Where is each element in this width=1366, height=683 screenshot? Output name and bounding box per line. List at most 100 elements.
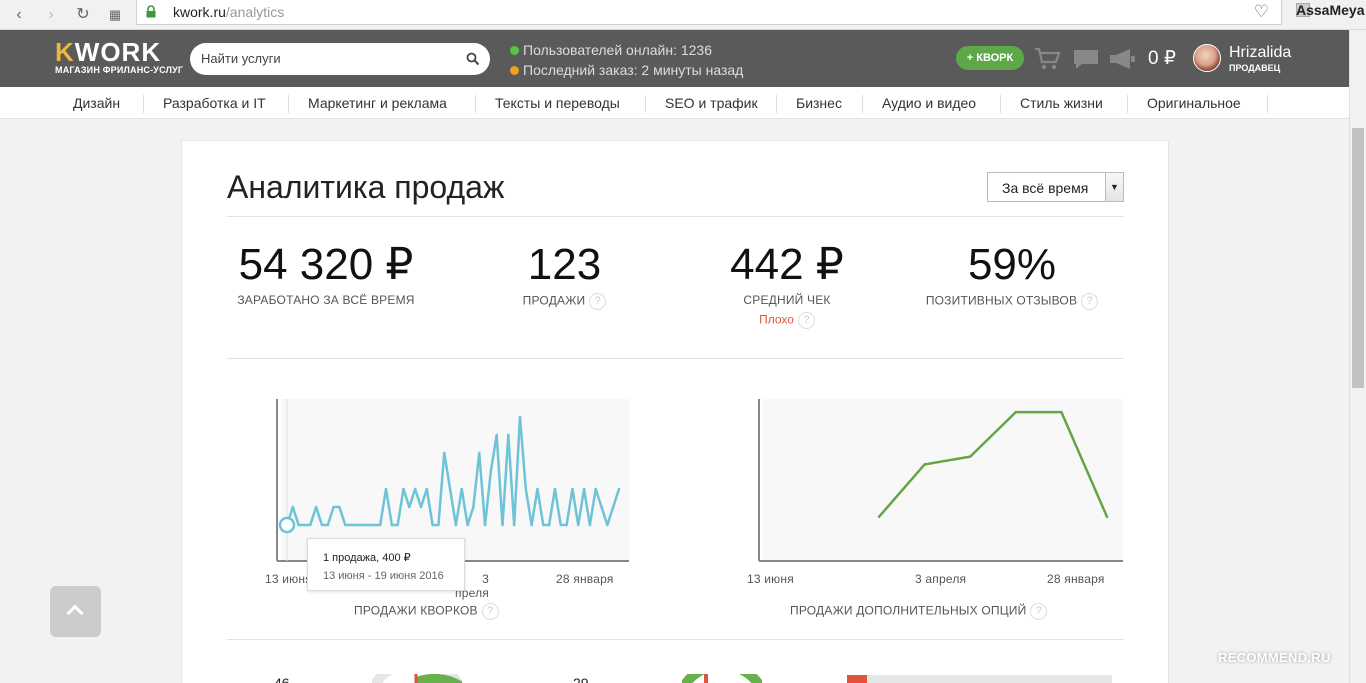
browser-profile-name[interactable]: AssaMeya (1296, 2, 1365, 18)
kwork-sales-tick-1: 13 июня (265, 572, 312, 586)
nav-item-marketing[interactable]: Маркетинг и реклама (308, 95, 447, 111)
data-point (414, 488, 416, 490)
data-point (507, 434, 509, 436)
data-point (292, 506, 294, 508)
help-icon[interactable]: ? (797, 312, 815, 329)
stat-positive-reviews-label: ПОЗИТИВНЫХ ОТЗЫВОВ (925, 293, 1078, 308)
nav-divider (475, 95, 476, 113)
data-point (502, 524, 504, 526)
data-point (490, 470, 492, 472)
data-point (420, 506, 422, 508)
data-point (878, 516, 880, 518)
scroll-top-button[interactable] (50, 586, 101, 637)
data-point (531, 524, 533, 526)
data-point (391, 524, 393, 526)
nav-item-audio-video[interactable]: Аудио и видео (882, 95, 976, 111)
data-point (577, 524, 579, 526)
tooltip-value: 1 продажа, 400 ₽ (323, 552, 411, 564)
apps-grid-icon[interactable]: ▦ (104, 4, 126, 26)
period-select[interactable]: За всё время ▼ (987, 172, 1124, 202)
scrollbar-thumb[interactable] (1352, 128, 1364, 388)
help-icon[interactable]: ? (1081, 293, 1099, 310)
nav-divider (862, 95, 863, 113)
data-point (606, 524, 608, 526)
nav-item-business[interactable]: Бизнес (796, 95, 842, 111)
data-point (542, 524, 544, 526)
data-point (437, 524, 439, 526)
nav-item-design[interactable]: Дизайн (73, 95, 120, 111)
bottom-donut-1 (372, 674, 462, 683)
data-point (298, 524, 300, 526)
stat-earned: 54 320 ₽ ЗАРАБОТАНО ЗА ВСЁ ВРЕМЯ (227, 240, 425, 308)
forward-icon[interactable]: › (40, 4, 62, 26)
data-point (612, 506, 614, 508)
address-bar[interactable]: kwork.ru/analytics ♡ (136, 0, 1282, 25)
help-icon[interactable]: ? (481, 603, 499, 620)
data-point (513, 524, 515, 526)
nav-item-lifestyle[interactable]: Стиль жизни (1020, 95, 1103, 111)
bottom-stat-1: 46 (274, 675, 290, 683)
add-kwork-button[interactable]: + КВОРК (956, 46, 1024, 70)
avatar[interactable] (1193, 44, 1221, 72)
nav-divider (1127, 95, 1128, 113)
data-point (1015, 411, 1017, 413)
nav-item-development[interactable]: Разработка и IT (163, 95, 266, 111)
bookmark-heart-icon[interactable]: ♡ (1254, 2, 1269, 22)
bottom-stat-2: 29 (573, 675, 589, 683)
data-point (496, 434, 498, 436)
data-point (548, 524, 550, 526)
data-point (536, 488, 538, 490)
divider (227, 358, 1124, 359)
nav-item-original[interactable]: Оригинальное (1147, 95, 1241, 111)
data-point (601, 506, 603, 508)
extra-options-tick-2: 3 апреля (915, 572, 967, 586)
user-menu[interactable]: Hrizalida ПРОДАВЕЦ (1229, 44, 1291, 73)
divider (227, 639, 1124, 640)
online-dot-icon (510, 46, 519, 55)
category-nav: Дизайн Разработка и IT Маркетинг и рекла… (0, 87, 1366, 119)
cart-icon[interactable] (1034, 46, 1062, 72)
notifications-megaphone-icon[interactable] (1108, 46, 1136, 72)
data-point (461, 488, 463, 490)
chart-plot-bg (281, 399, 629, 561)
chevron-down-icon[interactable]: ▼ (1105, 173, 1123, 201)
divider (227, 216, 1124, 217)
data-point (472, 506, 474, 508)
data-point (432, 524, 434, 526)
messages-icon[interactable] (1072, 46, 1100, 72)
nav-item-seo[interactable]: SEO и трафик (665, 95, 758, 111)
data-point (443, 452, 445, 454)
help-icon[interactable]: ? (1030, 603, 1048, 620)
data-point (566, 524, 568, 526)
bottom-donut-2 (682, 674, 762, 683)
reload-icon[interactable]: ↻ (72, 4, 94, 26)
page-scrollbar[interactable] (1349, 30, 1366, 683)
data-point (924, 463, 926, 465)
lock-icon (146, 5, 156, 18)
bottom-progress-fill (847, 675, 867, 683)
data-point (379, 524, 381, 526)
online-users-text: Пользователей онлайн: 1236 (523, 42, 712, 58)
nav-item-texts[interactable]: Тексты и переводы (495, 95, 620, 111)
user-name: Hrizalida (1229, 44, 1292, 61)
data-point (344, 524, 346, 526)
watermark-text: RECOMMEND.RU (1218, 650, 1331, 665)
chart-plot-bg (763, 399, 1123, 561)
back-icon[interactable]: ‹ (8, 4, 30, 26)
data-point (309, 524, 311, 526)
stat-earned-value: 54 320 ₽ (238, 240, 414, 289)
stat-earned-label: ЗАРАБОТАНО ЗА ВСЁ ВРЕМЯ (237, 293, 415, 307)
balance[interactable]: 0 ₽ (1148, 47, 1176, 70)
tooltip-date-range: 13 июня - 19 июня 2016 (323, 570, 444, 582)
nav-divider (1000, 95, 1001, 113)
search-icon[interactable] (466, 52, 480, 66)
help-icon[interactable]: ? (589, 293, 607, 310)
data-point (397, 524, 399, 526)
kwork-logo[interactable]: KWORK МАГАЗИН ФРИЛАНС-УСЛУГ (55, 38, 183, 75)
data-point (373, 524, 375, 526)
data-point (519, 416, 521, 418)
nav-divider (143, 95, 144, 113)
data-point (467, 524, 469, 526)
search-input[interactable]: Найти услуги (190, 43, 490, 75)
data-point (327, 524, 329, 526)
